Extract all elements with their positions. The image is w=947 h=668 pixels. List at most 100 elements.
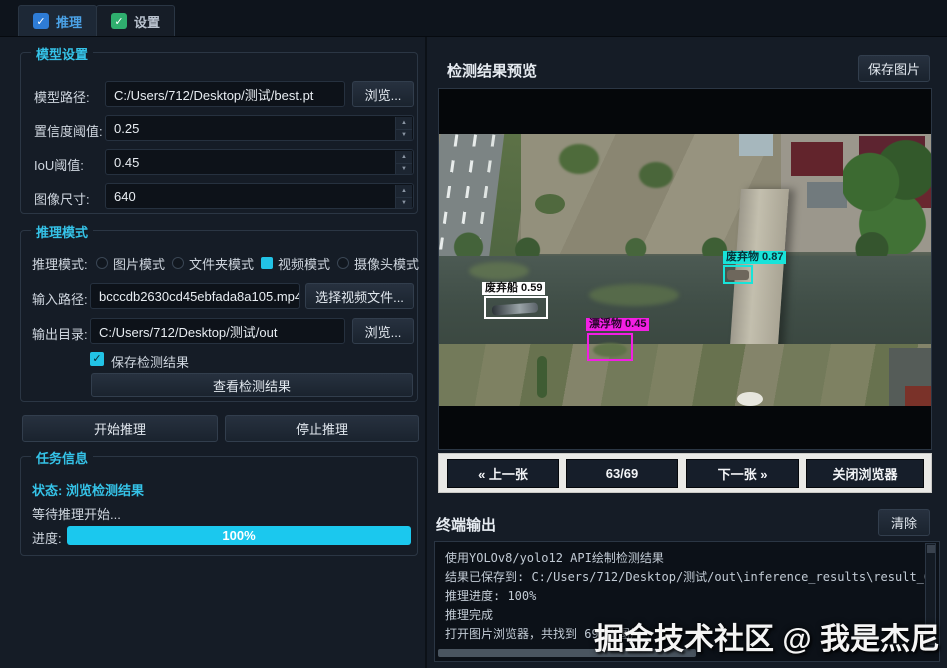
tab-settings[interactable]: ✓ 设置 [96, 5, 175, 36]
model-browse-button[interactable]: 浏览... [352, 81, 414, 107]
radio-camera-mode-label[interactable]: 摄像头模式 [354, 254, 419, 273]
white-building [739, 134, 773, 156]
progress-value: 100% [222, 528, 255, 543]
iou-spin-buttons[interactable]: ▲▼ [395, 151, 412, 175]
boat [492, 302, 539, 315]
right-red-roof [905, 386, 931, 406]
farmland [439, 344, 931, 406]
spin-down-icon[interactable]: ▼ [395, 164, 412, 176]
radio-video-mode[interactable] [261, 257, 273, 269]
terminal-line: 使用YOLOv8/yolo12 API绘制检测结果 [445, 549, 925, 568]
inference-mode-title: 推理模式 [31, 222, 93, 241]
floating-weeds [589, 284, 679, 306]
conf-spin-buttons[interactable]: ▲▼ [395, 117, 412, 141]
conf-threshold-value: 0.25 [114, 121, 139, 136]
image-counter: 63/69 [566, 459, 678, 488]
letterbox-bottom [439, 406, 931, 449]
field-tree [559, 144, 599, 174]
radio-folder-mode-label[interactable]: 文件夹模式 [189, 254, 254, 273]
spin-down-icon[interactable]: ▼ [395, 130, 412, 142]
input-path-label: 输入路径: [32, 289, 88, 308]
model-browse-label: 浏览... [365, 85, 402, 104]
tab-bar: ✓ 推理 ✓ 设置 [0, 0, 947, 37]
floating-object [593, 343, 627, 357]
model-path-input[interactable]: C:/Users/712/Desktop/测试/best.pt [105, 81, 345, 107]
task-info-title: 任务信息 [31, 448, 93, 467]
start-inference-button[interactable]: 开始推理 [22, 415, 218, 442]
radio-camera-mode[interactable] [337, 257, 349, 269]
model-path-label: 模型路径: [34, 87, 90, 106]
detection-box-floating [587, 333, 633, 361]
image-size-value: 640 [114, 189, 136, 204]
gray-roof [807, 182, 847, 208]
detection-box-boat [484, 296, 548, 319]
stop-inference-label: 停止推理 [296, 419, 348, 438]
floating-weeds [469, 262, 529, 280]
radio-video-mode-label[interactable]: 视频模式 [278, 254, 330, 273]
input-path-value: bcccdb2630cd45ebfada8a105.mp4 [99, 289, 300, 304]
image-counter-label: 63/69 [606, 466, 639, 481]
output-dir-field[interactable]: C:/Users/712/Desktop/测试/out [90, 318, 345, 344]
mode-row-label: 推理模式: [32, 254, 88, 273]
save-image-button[interactable]: 保存图片 [858, 55, 930, 82]
aerial-photo: 废弃船 0.59 漂浮物 0.45 废弃物 0.87 [439, 134, 931, 406]
terminal-title: 终端输出 [436, 514, 496, 535]
tab-inference[interactable]: ✓ 推理 [18, 5, 97, 36]
imgsz-spin-buttons[interactable]: ▲▼ [395, 185, 412, 209]
radio-image-mode-label[interactable]: 图片模式 [113, 254, 165, 273]
image-size-spinbox[interactable]: 640 ▲▼ [105, 183, 414, 209]
view-results-label: 查看检测结果 [213, 376, 291, 395]
inference-tab-icon: ✓ [33, 13, 49, 29]
prev-image-label: « 上一张 [478, 464, 528, 483]
image-size-label: 图像尺寸: [34, 189, 90, 208]
task-waiting-text: 等待推理开始... [32, 504, 121, 523]
terminal-line: 结果已保存到: C:/Users/712/Desktop/测试/out\infe… [445, 568, 925, 587]
progress-label: 进度: [32, 528, 62, 547]
detection-label-boat: 废弃船 0.59 [482, 282, 545, 295]
letterbox-top [439, 89, 931, 134]
task-status-text: 状态: 浏览检测结果 [32, 480, 144, 499]
white-patch [737, 392, 763, 406]
field-tree [535, 194, 565, 214]
spin-up-icon[interactable]: ▲ [395, 117, 412, 130]
detection-image-frame: 废弃船 0.59 漂浮物 0.45 废弃物 0.87 [438, 88, 932, 450]
conf-threshold-label: 置信度阈值: [34, 121, 103, 140]
close-browser-label: 关闭浏览器 [832, 464, 897, 483]
output-dir-value: C:/Users/712/Desktop/测试/out [99, 322, 277, 341]
start-inference-label: 开始推理 [94, 419, 146, 438]
select-video-button[interactable]: 选择视频文件... [305, 283, 414, 309]
scroll-up-icon[interactable] [927, 545, 935, 553]
output-dir-label: 输出目录: [32, 324, 88, 343]
view-results-button[interactable]: 查看检测结果 [91, 373, 413, 397]
radio-image-mode[interactable] [96, 257, 108, 269]
waste-object [727, 270, 749, 280]
prev-image-button[interactable]: « 上一张 [447, 459, 559, 488]
iou-threshold-value: 0.45 [114, 155, 139, 170]
clear-terminal-button[interactable]: 清除 [878, 509, 930, 536]
iou-threshold-spinbox[interactable]: 0.45 ▲▼ [105, 149, 414, 175]
conf-threshold-spinbox[interactable]: 0.25 ▲▼ [105, 115, 414, 141]
next-image-label: 下一张 » [718, 464, 768, 483]
close-browser-button[interactable]: 关闭浏览器 [806, 459, 924, 488]
iou-threshold-label: IoU阈值: [34, 155, 84, 174]
radio-folder-mode[interactable] [172, 257, 184, 269]
panel-divider[interactable] [425, 37, 427, 668]
select-video-label: 选择视频文件... [315, 287, 404, 306]
next-image-button[interactable]: 下一张 » [686, 459, 799, 488]
spin-up-icon[interactable]: ▲ [395, 185, 412, 198]
red-roof [791, 142, 843, 176]
tab-settings-label: 设置 [134, 12, 160, 31]
save-results-label[interactable]: 保存检测结果 [111, 352, 189, 371]
input-path-field[interactable]: bcccdb2630cd45ebfada8a105.mp4 [90, 283, 300, 309]
output-browse-button[interactable]: 浏览... [352, 318, 414, 344]
progress-bar: 100% [67, 526, 411, 545]
save-results-checkbox[interactable]: ✓ [90, 352, 104, 366]
tree-row [537, 356, 547, 398]
detection-box-waste [723, 265, 753, 284]
preview-title: 检测结果预览 [447, 60, 537, 81]
save-image-label: 保存图片 [868, 59, 920, 78]
stop-inference-button[interactable]: 停止推理 [225, 415, 419, 442]
spin-down-icon[interactable]: ▼ [395, 198, 412, 210]
clear-terminal-label: 清除 [891, 513, 917, 532]
spin-up-icon[interactable]: ▲ [395, 151, 412, 164]
